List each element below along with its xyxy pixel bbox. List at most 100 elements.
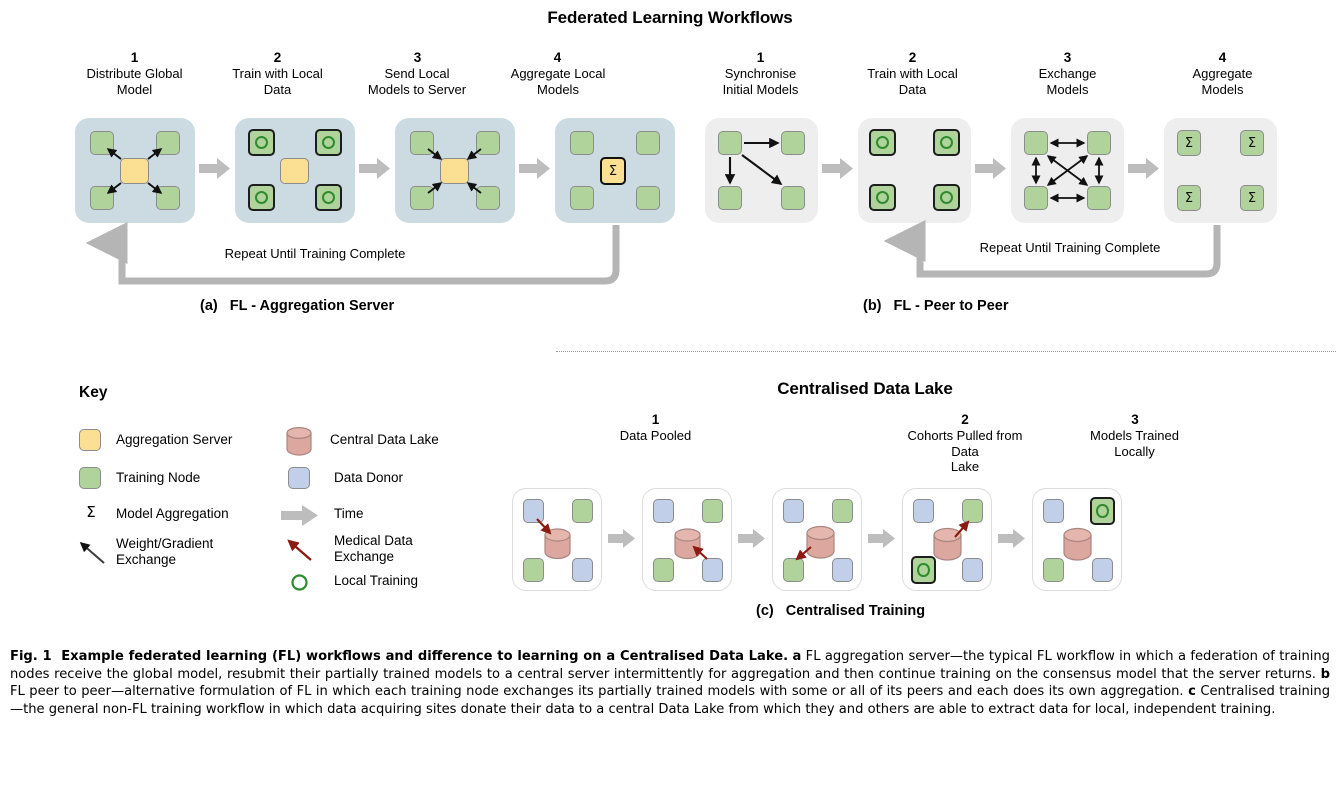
medical-data-exchange-arrow <box>795 546 812 561</box>
local-training-ring-icon <box>254 190 269 205</box>
key-legend: Key Aggregation Server Training Node Σ M… <box>60 375 530 605</box>
local-training-ring-icon <box>939 135 954 150</box>
panel-b-step-2-label: Train with Local Data <box>867 66 958 97</box>
model-aggregation-node: Σ <box>1240 185 1264 211</box>
panel-c-step-1-box <box>512 488 602 591</box>
sigma-icon: Σ <box>608 163 618 179</box>
panel-c-step-2-label: Cohorts Pulled from Data Lake <box>907 428 1023 474</box>
training-node-local-training <box>248 184 275 211</box>
panel-b-step-4-label: Aggregate Models <box>1192 66 1253 97</box>
panel-b-step-3-label: Exchange Models <box>1038 66 1097 97</box>
training-node-local-training <box>869 184 896 211</box>
panel-b-caption: (b) FL - Peer to Peer <box>863 298 1008 314</box>
time-arrow <box>975 158 1006 179</box>
training-node-local-training <box>315 129 342 156</box>
time-arrow <box>1128 158 1159 179</box>
page-title: Federated Learning Workflows <box>547 8 793 27</box>
panel-b-tag: (b) <box>863 298 882 314</box>
panel-b: 1 Synchronise Initial Models 2 Train wit… <box>660 40 1338 320</box>
panel-c-caption: (c) Centralised Training <box>756 603 925 619</box>
panel-a-step-2-number: 2 <box>273 50 282 65</box>
panel-a-step-4-box: Σ <box>555 118 675 223</box>
aggregation-server-swatch-icon <box>79 429 101 451</box>
model-sync-arrows <box>724 137 783 186</box>
panel-b-step-4-number: 4 <box>1218 50 1227 65</box>
local-training-ring-icon <box>1096 504 1109 518</box>
data-donor-node <box>1043 499 1064 523</box>
panel-b-step-1-label: Synchronise Initial Models <box>722 66 799 97</box>
figure-caption: Fig. 1 Example federated learning (FL) w… <box>10 648 1330 718</box>
model-aggregation-node: Σ <box>1240 130 1264 156</box>
panel-b-step-1-number: 1 <box>756 50 765 65</box>
panel-b-repeat-loop <box>883 220 1221 278</box>
training-node-local-training <box>869 129 896 156</box>
local-training-ring-icon <box>939 190 954 205</box>
panel-b-repeat-label: Repeat Until Training Complete <box>979 240 1161 255</box>
panel-b-step-1-box <box>705 118 818 223</box>
sigma-icon: Σ <box>86 503 96 521</box>
time-arrow <box>608 529 635 548</box>
training-node <box>636 131 660 155</box>
medical-data-exchange-arrow <box>692 545 708 560</box>
local-training-ring-icon <box>254 135 269 150</box>
sigma-icon: Σ <box>1247 135 1257 151</box>
training-node <box>636 186 660 210</box>
model-exchange-arrows <box>1031 138 1104 203</box>
caption-bold-lead: Example federated learning (FL) workflow… <box>61 649 789 664</box>
central-data-lake-icon <box>286 426 312 456</box>
time-arrow <box>998 529 1025 548</box>
weight-exchange-arrows <box>427 148 482 194</box>
panel-a-step-1-number: 1 <box>130 50 139 65</box>
panel-c-step-3-box <box>772 488 862 591</box>
key-title: Key <box>79 384 108 401</box>
panel-c-step-5-box <box>1032 488 1122 591</box>
weight-exchange-arrows <box>106 148 163 194</box>
panel-c-title: Centralised Data Lake <box>777 379 953 398</box>
panel-a-step-1-label: Distribute Global Model <box>86 66 183 97</box>
sigma-swatch-icon: Σ <box>80 503 102 525</box>
training-node <box>570 131 594 155</box>
panel-a-step-1-box <box>75 118 195 223</box>
panel-a-step-3-label: Send Local Models to Server <box>367 66 467 97</box>
key-label-medical-data-exchange: Medical Data Exchange <box>334 533 413 564</box>
local-training-ring-icon <box>321 135 336 150</box>
time-arrow <box>359 158 390 179</box>
panel-c-step-1-label: Data Pooled <box>619 428 692 443</box>
section-divider <box>556 351 1336 352</box>
key-label-time: Time <box>334 506 364 521</box>
panel-a-step-3-box <box>395 118 515 223</box>
panel-b-step-3-box <box>1011 118 1124 223</box>
panel-b-step-2-box <box>858 118 971 223</box>
panel-a-caption-text: FL - Aggregation Server <box>229 298 395 314</box>
panel-a-step-3-number: 3 <box>413 50 422 65</box>
time-arrow <box>822 158 853 179</box>
panel-a-step-4-number: 4 <box>553 50 562 65</box>
local-training-ring-icon <box>875 135 890 150</box>
medical-data-exchange-arrow <box>536 518 552 535</box>
panel-b-step-3-number: 3 <box>1063 50 1072 65</box>
panel-b-caption-text: FL - Peer to Peer <box>893 298 1009 314</box>
panel-c-step-3-label: Models Trained Locally <box>1090 428 1179 459</box>
training-node-local-training <box>248 129 275 156</box>
local-training-ring-icon <box>321 190 336 205</box>
panel-c-step-1-number: 1 <box>651 412 660 427</box>
training-node <box>570 186 594 210</box>
local-training-ring-icon <box>875 190 890 205</box>
key-label-central-data-lake: Central Data Lake <box>330 432 439 447</box>
figure-label: Fig. 1 <box>10 649 52 664</box>
model-aggregation-node: Σ <box>1177 130 1201 156</box>
time-arrow <box>868 529 895 548</box>
panel-a-step-2-label: Train with Local Data <box>232 66 323 97</box>
weight-gradient-arrow-icon <box>79 541 105 564</box>
training-node-local-training <box>1090 497 1115 525</box>
panel-a-repeat-label: Repeat Until Training Complete <box>224 246 406 261</box>
panel-a-tag: (a) <box>200 298 218 314</box>
key-label-aggregation-server: Aggregation Server <box>116 432 233 447</box>
key-label-training-node: Training Node <box>116 470 201 485</box>
panel-c: Centralised Data Lake 1 Data Pooled 2 Co… <box>480 375 1338 625</box>
panel-a-step-4-label: Aggregate Local Models <box>510 66 606 97</box>
key-label-model-aggregation: Model Aggregation <box>116 506 229 521</box>
sigma-icon: Σ <box>1184 135 1194 151</box>
key-label-weight-gradient-exchange: Weight/Gradient Exchange <box>116 536 214 567</box>
panel-c-step-2-number: 2 <box>961 412 969 427</box>
